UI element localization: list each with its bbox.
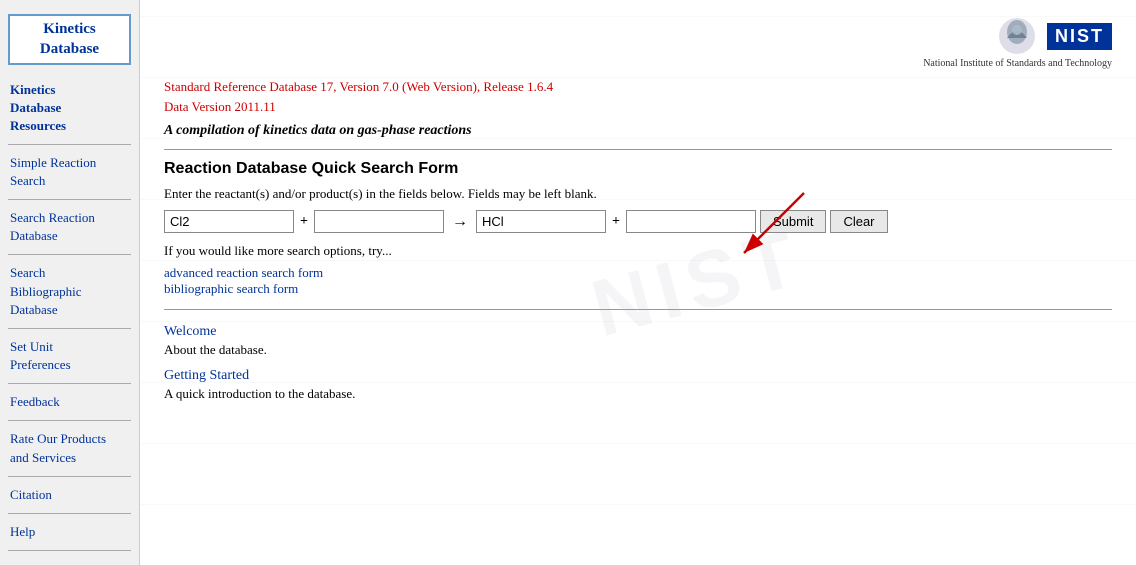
version-line2: Data Version 2011.11 <box>164 99 1112 115</box>
more-options-text: If you would like more search options, t… <box>164 243 1112 259</box>
nist-logo-box: NIST <box>993 16 1112 56</box>
sidebar-item-simple-reaction-search[interactable]: Simple ReactionSearch <box>0 151 139 193</box>
section-divider-1 <box>164 149 1112 150</box>
product2-input[interactable] <box>626 210 756 233</box>
search-form-row: + → + Submit Clear <box>164 210 1112 233</box>
sidebar-divider-8 <box>8 513 131 514</box>
sidebar-item-feedback[interactable]: Feedback <box>0 390 139 414</box>
biblio-search-link[interactable]: bibliographic search form <box>164 281 1112 297</box>
getting-started-desc: A quick introduction to the database. <box>164 386 1112 402</box>
nist-text-badge: NIST <box>1047 23 1112 50</box>
welcome-section: Welcome About the database. Getting Star… <box>164 324 1112 402</box>
sidebar-divider-4 <box>8 328 131 329</box>
sidebar-item-help[interactable]: Help <box>0 520 139 544</box>
sidebar-item-citation[interactable]: Citation <box>0 483 139 507</box>
sidebar-item-search-biblio-db[interactable]: SearchBibliographicDatabase <box>0 261 139 322</box>
sidebar-item-set-unit-prefs[interactable]: Set UnitPreferences <box>0 335 139 377</box>
plus-operator-2: + <box>610 214 622 230</box>
subtitle: A compilation of kinetics data on gas-ph… <box>164 123 1112 139</box>
reactant1-input[interactable] <box>164 210 294 233</box>
sidebar: Kinetics Database Kinetics Database Reso… <box>0 0 140 565</box>
clear-button[interactable]: Clear <box>830 210 887 233</box>
logo-line2: Database <box>40 41 99 57</box>
reaction-arrow: → <box>448 213 472 231</box>
submit-button[interactable]: Submit <box>760 210 826 233</box>
sidebar-section-header: Kinetics Database Resources <box>0 77 139 138</box>
sidebar-divider-6 <box>8 420 131 421</box>
advanced-search-link[interactable]: advanced reaction search form <box>164 265 1112 281</box>
getting-started-link[interactable]: Getting Started <box>164 368 1112 384</box>
nist-emblem-icon <box>993 16 1041 56</box>
logo-line1: Kinetics <box>43 21 96 37</box>
sidebar-divider-3 <box>8 254 131 255</box>
nist-logo-area: NIST National Institute of Standards and… <box>923 16 1112 69</box>
welcome-desc: About the database. <box>164 342 1112 358</box>
search-instructions: Enter the reactant(s) and/or product(s) … <box>164 186 1112 202</box>
sidebar-divider-2 <box>8 199 131 200</box>
product1-input[interactable] <box>476 210 606 233</box>
welcome-link[interactable]: Welcome <box>164 324 1112 340</box>
search-form-title: Reaction Database Quick Search Form <box>164 160 1112 178</box>
sidebar-divider-1 <box>8 144 131 145</box>
sidebar-item-rate-products[interactable]: Rate Our Productsand Services <box>0 427 139 469</box>
top-bar: NIST National Institute of Standards and… <box>164 16 1112 69</box>
sidebar-item-search-reaction-db[interactable]: Search ReactionDatabase <box>0 206 139 248</box>
sidebar-logo[interactable]: Kinetics Database <box>8 14 131 65</box>
sidebar-divider-9 <box>8 550 131 551</box>
main-content-area: NIST NIST National Institute of Standard… <box>140 0 1136 565</box>
reactant2-input[interactable] <box>314 210 444 233</box>
version-line1: Standard Reference Database 17, Version … <box>164 79 1112 95</box>
sidebar-divider-5 <box>8 383 131 384</box>
section-divider-2 <box>164 309 1112 310</box>
nist-subtitle: National Institute of Standards and Tech… <box>923 58 1112 69</box>
plus-operator-1: + <box>298 214 310 230</box>
sidebar-divider-7 <box>8 476 131 477</box>
